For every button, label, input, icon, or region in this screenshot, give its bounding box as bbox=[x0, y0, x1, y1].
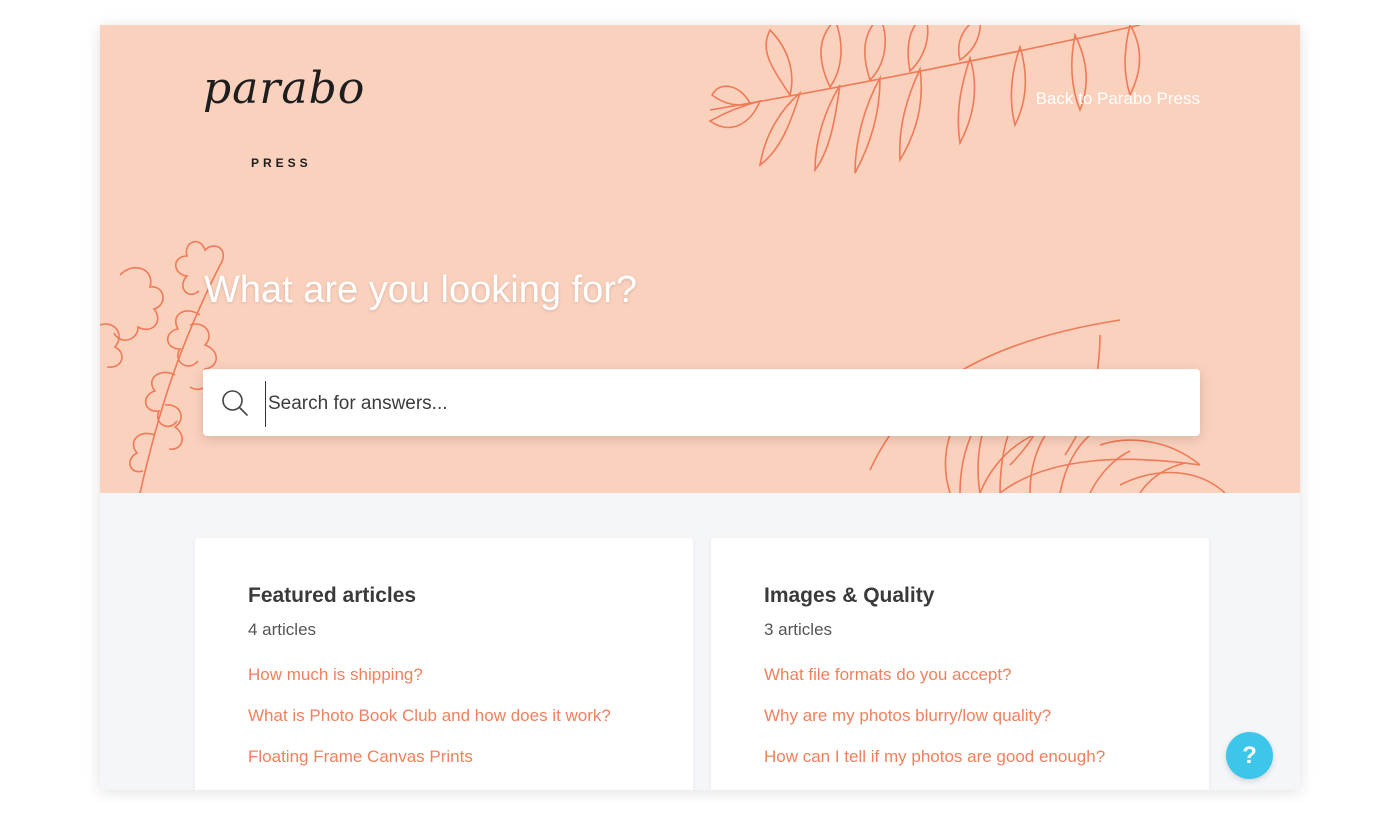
article-count: 4 articles bbox=[248, 620, 317, 639]
help-center-page: parabo PRESS Back to Parabo Press What a… bbox=[100, 25, 1300, 790]
section-title[interactable]: Images & Quality bbox=[764, 584, 934, 608]
search-input[interactable] bbox=[265, 381, 1170, 427]
search-bar[interactable] bbox=[203, 369, 1200, 436]
article-link[interactable]: What is Photo Book Club and how does it … bbox=[248, 706, 611, 725]
logo-wordmark: parabo bbox=[203, 63, 366, 114]
section-card-featured: Featured articles 4 articles How much is… bbox=[195, 538, 693, 790]
back-to-site-link[interactable]: Back to Parabo Press bbox=[1036, 89, 1200, 109]
help-icon: ? bbox=[1242, 742, 1257, 769]
search-icon bbox=[222, 390, 248, 416]
hero-banner: parabo PRESS Back to Parabo Press What a… bbox=[100, 25, 1300, 493]
article-list: What file formats do you accept? Why are… bbox=[764, 665, 1105, 788]
section-card-images-quality: Images & Quality 3 articles What file fo… bbox=[711, 538, 1209, 790]
list-item: Floating Frame Canvas Prints bbox=[248, 747, 611, 788]
logo-subtitle: PRESS bbox=[251, 156, 312, 170]
article-link[interactable]: How much is shipping? bbox=[248, 665, 423, 684]
list-item: Why are my photos blurry/low quality? bbox=[764, 706, 1105, 747]
article-link[interactable]: What file formats do you accept? bbox=[764, 665, 1012, 684]
article-list: How much is shipping? What is Photo Book… bbox=[248, 665, 611, 788]
article-link[interactable]: Floating Frame Canvas Prints bbox=[248, 747, 473, 766]
section-title[interactable]: Featured articles bbox=[248, 584, 416, 608]
article-count: 3 articles bbox=[764, 620, 833, 639]
list-item: How can I tell if my photos are good eno… bbox=[764, 747, 1105, 788]
parabo-press-logo[interactable]: parabo PRESS bbox=[203, 60, 383, 170]
list-item: How much is shipping? bbox=[248, 665, 611, 706]
list-item: What is Photo Book Club and how does it … bbox=[248, 706, 611, 747]
article-link[interactable]: Why are my photos blurry/low quality? bbox=[764, 706, 1051, 725]
list-item: What file formats do you accept? bbox=[764, 665, 1105, 706]
article-link[interactable]: How can I tell if my photos are good eno… bbox=[764, 747, 1105, 766]
help-button[interactable]: ? bbox=[1226, 732, 1273, 779]
hero-title: What are you looking for? bbox=[204, 269, 638, 311]
